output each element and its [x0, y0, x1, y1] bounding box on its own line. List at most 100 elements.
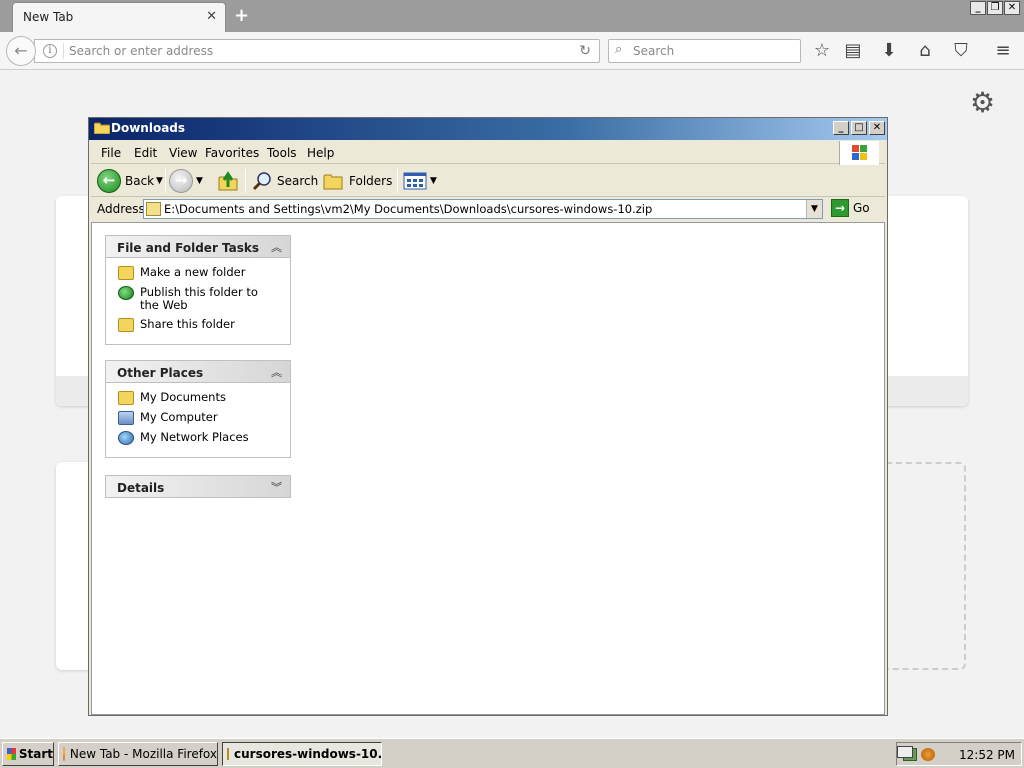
- explorer-close-button[interactable]: ✕: [869, 121, 885, 135]
- download-icon[interactable]: ⬇: [877, 40, 901, 61]
- place-label: My Documents: [140, 390, 226, 404]
- explorer-toolbar: ← Back ▼ → ▼ Search Folders ▼: [91, 165, 885, 197]
- address-bar: Address E:\Documents and Settings\vm2\My…: [91, 198, 885, 221]
- menu-hamburger-icon[interactable]: ≡: [991, 40, 1015, 61]
- menu-help[interactable]: Help: [307, 146, 334, 160]
- collapse-chevron-icon[interactable]: ︽: [271, 239, 282, 255]
- taskbar: Start New Tab - Mozilla Firefox cursores…: [0, 738, 1024, 768]
- folder-icon: [94, 122, 110, 134]
- address-input[interactable]: E:\Documents and Settings\vm2\My Documen…: [143, 199, 823, 219]
- folders-label: Folders: [349, 174, 393, 188]
- place-my-computer[interactable]: My Computer: [118, 411, 280, 425]
- back-dropdown[interactable]: ▼: [153, 168, 163, 194]
- my-computer-icon: [118, 411, 134, 425]
- folder-icon: [227, 748, 229, 760]
- place-my-network-places[interactable]: My Network Places: [118, 431, 280, 445]
- publish-web-icon: [118, 286, 134, 300]
- taskbar-item-firefox[interactable]: New Tab - Mozilla Firefox: [58, 742, 218, 766]
- task-label: Share this folder: [140, 317, 235, 331]
- panel-title: Other Places: [117, 366, 204, 380]
- home-icon[interactable]: ⌂: [913, 40, 937, 61]
- taskbar-item-label: cursores-windows-10...: [234, 747, 382, 761]
- pocket-icon[interactable]: ⛉: [949, 40, 973, 61]
- place-label: My Computer: [140, 410, 218, 424]
- browser-tab-bar: New Tab ✕ + _ ❐ ✕: [0, 0, 1024, 32]
- search-box[interactable]: ⌕ Search: [608, 39, 801, 63]
- windows-flag-icon: [7, 748, 16, 760]
- restore-button[interactable]: ❐: [987, 1, 1003, 15]
- close-button[interactable]: ✕: [1004, 1, 1020, 15]
- address-dropdown-icon[interactable]: ▼: [806, 200, 822, 218]
- search-button[interactable]: Search: [251, 168, 318, 194]
- keyboard-icon[interactable]: [897, 746, 913, 758]
- explorer-minimize-button[interactable]: _: [833, 121, 849, 135]
- collapse-chevron-icon[interactable]: ︽: [271, 364, 282, 380]
- tab-new-tab[interactable]: New Tab ✕: [12, 2, 226, 32]
- task-make-new-folder[interactable]: Make a new folder: [118, 266, 280, 280]
- reading-list-icon[interactable]: ▤: [841, 40, 865, 61]
- panel-header[interactable]: Details ︾: [105, 475, 291, 498]
- panel-header[interactable]: Other Places ︽: [105, 360, 291, 383]
- bookmark-star-icon[interactable]: ☆: [810, 40, 834, 61]
- views-icon: [403, 172, 427, 190]
- search-tray-icon[interactable]: [921, 748, 935, 761]
- folder-content-area[interactable]: File and Folder Tasks ︽ Make a new folde…: [91, 222, 885, 715]
- task-publish-to-web[interactable]: Publish this folder to the Web: [118, 286, 280, 312]
- go-label: Go: [853, 201, 870, 215]
- expand-chevron-icon[interactable]: ︾: [271, 479, 282, 495]
- network-places-icon: [118, 431, 134, 445]
- search-label: Search: [277, 174, 319, 188]
- background-dashed-placeholder: [886, 462, 966, 670]
- background-card-partial: [56, 462, 90, 670]
- clock: 12:52 PM: [959, 748, 1015, 762]
- search-placeholder: Search: [633, 44, 675, 58]
- window-title: Downloads: [111, 121, 186, 135]
- task-label: Make a new folder: [140, 265, 246, 279]
- go-arrow-icon: →: [831, 199, 849, 217]
- windows-logo-icon: [839, 141, 879, 165]
- up-folder-button[interactable]: [217, 168, 239, 194]
- settings-gear-icon[interactable]: ⚙: [970, 86, 995, 119]
- task-share-folder[interactable]: Share this folder: [118, 318, 280, 332]
- menu-favorites[interactable]: Favorites: [205, 146, 259, 160]
- go-button[interactable]: → Go: [831, 199, 870, 217]
- search-icon: ⌕: [615, 42, 623, 57]
- close-tab-icon[interactable]: ✕: [206, 9, 217, 24]
- back-arrow-icon[interactable]: ←: [6, 36, 36, 66]
- explorer-maximize-button[interactable]: □: [851, 121, 867, 135]
- back-arrow-icon: ←: [97, 169, 121, 193]
- taskbar-item-explorer[interactable]: cursores-windows-10...: [222, 742, 382, 766]
- start-button[interactable]: Start: [2, 742, 54, 766]
- browser-nav-bar: i Search or enter address ↻ ← ⌕ Search ☆…: [0, 32, 1024, 70]
- views-button[interactable]: ▼: [403, 168, 437, 194]
- new-tab-plus-icon[interactable]: +: [234, 5, 249, 26]
- my-documents-icon: [118, 391, 134, 405]
- menu-tools[interactable]: Tools: [267, 146, 297, 160]
- folders-icon: [323, 174, 343, 190]
- minimize-button[interactable]: _: [970, 1, 986, 15]
- file-folder-tasks-panel: File and Folder Tasks ︽ Make a new folde…: [105, 235, 291, 345]
- toolbar-separator: [397, 169, 398, 193]
- forward-button[interactable]: → ▼: [169, 168, 203, 194]
- url-bar[interactable]: i Search or enter address ↻: [34, 39, 600, 63]
- new-folder-icon: [118, 266, 134, 280]
- menu-bar: File Edit View Favorites Tools Help: [91, 141, 885, 165]
- toolbar-separator: [165, 169, 166, 193]
- menu-file[interactable]: File: [101, 146, 121, 160]
- place-label: My Network Places: [140, 430, 249, 444]
- other-places-panel: Other Places ︽ My Documents My Computer …: [105, 360, 291, 458]
- menu-view[interactable]: View: [169, 146, 197, 160]
- explorer-title-bar[interactable]: Downloads _ □ ✕: [89, 118, 887, 140]
- menu-edit[interactable]: Edit: [134, 146, 157, 160]
- reload-icon[interactable]: ↻: [579, 43, 591, 59]
- magnifier-icon: [252, 172, 271, 191]
- share-folder-icon: [118, 318, 134, 332]
- panel-header[interactable]: File and Folder Tasks ︽: [105, 235, 291, 258]
- address-label: Address: [97, 202, 145, 216]
- panel-body: Make a new folder Publish this folder to…: [105, 258, 291, 345]
- folders-button[interactable]: Folders: [323, 168, 392, 194]
- place-my-documents[interactable]: My Documents: [118, 391, 280, 405]
- task-label: Publish this folder to the Web: [140, 285, 258, 312]
- info-icon[interactable]: i: [43, 44, 57, 58]
- back-button[interactable]: ← Back: [97, 168, 154, 194]
